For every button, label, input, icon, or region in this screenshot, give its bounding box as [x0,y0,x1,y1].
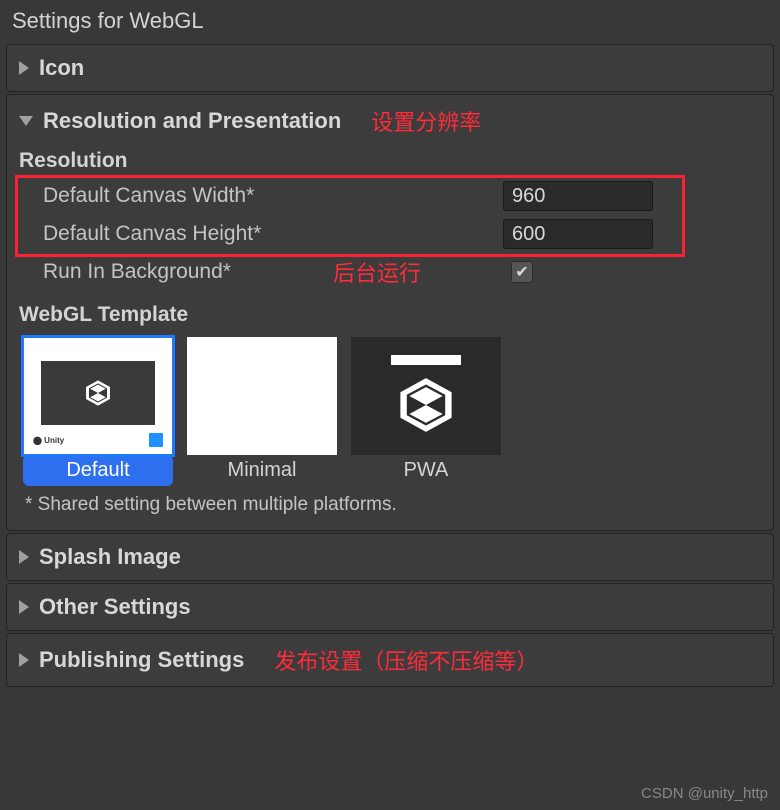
template-label: Minimal [187,455,337,486]
field-label: Run In Background* [43,260,503,284]
template-label: Default [23,455,173,486]
section-splash: Splash Image [6,533,774,581]
field-run-in-background: Run In Background* 后台运行 ✔ [19,253,761,291]
annotation-publishing: 发布设置（压缩不压缩等） [274,644,538,676]
section-header-splash[interactable]: Splash Image [19,544,761,570]
shared-setting-footnote: * Shared setting between multiple platfo… [25,494,755,516]
run-in-background-checkbox[interactable]: ✔ [511,261,533,283]
template-label: PWA [351,455,501,486]
template-thumb [351,337,501,455]
template-list: ⬤ Unity Default Minimal [23,337,757,486]
template-thumb: ⬤ Unity [23,337,173,455]
template-minimal[interactable]: Minimal [187,337,337,486]
resolution-subheading: Resolution [19,149,761,173]
template-pwa[interactable]: PWA [351,337,501,486]
template-thumb [187,337,337,455]
unity-logo-icon [83,378,113,408]
section-icon: Icon [6,44,774,92]
section-label: Other Settings [39,594,191,620]
canvas-height-input[interactable] [503,219,653,249]
section-label: Resolution and Presentation [43,108,341,134]
section-publishing: Publishing Settings 发布设置（压缩不压缩等） [6,633,774,687]
chevron-right-icon [19,550,29,564]
section-header-icon[interactable]: Icon [19,55,761,81]
section-other: Other Settings [6,583,774,631]
field-label: Default Canvas Width* [43,184,503,208]
section-label: Publishing Settings [39,647,244,673]
unity-logo-icon [394,373,458,437]
page-title: Settings for WebGL [0,0,780,42]
field-label: Default Canvas Height* [43,222,503,246]
chevron-right-icon [19,653,29,667]
section-header-publishing[interactable]: Publishing Settings 发布设置（压缩不压缩等） [19,644,761,676]
template-heading: WebGL Template [19,303,761,327]
section-label: Icon [39,55,84,81]
section-label: Splash Image [39,544,181,570]
pwa-bar-icon [391,355,461,365]
section-header-resolution[interactable]: Resolution and Presentation 设置分辨率 [19,105,761,137]
section-header-other[interactable]: Other Settings [19,594,761,620]
chevron-right-icon [19,600,29,614]
field-canvas-width: Default Canvas Width* [19,177,761,215]
annotation-run-bg: 后台运行 [333,256,421,288]
annotation-resolution: 设置分辨率 [371,105,481,137]
chevron-right-icon [19,61,29,75]
watermark: CSDN @unity_http [641,785,768,802]
section-resolution: Resolution and Presentation 设置分辨率 Resolu… [6,94,774,531]
canvas-width-input[interactable] [503,181,653,211]
chevron-down-icon [19,116,33,126]
template-default[interactable]: ⬤ Unity Default [23,337,173,486]
field-canvas-height: Default Canvas Height* [19,215,761,253]
